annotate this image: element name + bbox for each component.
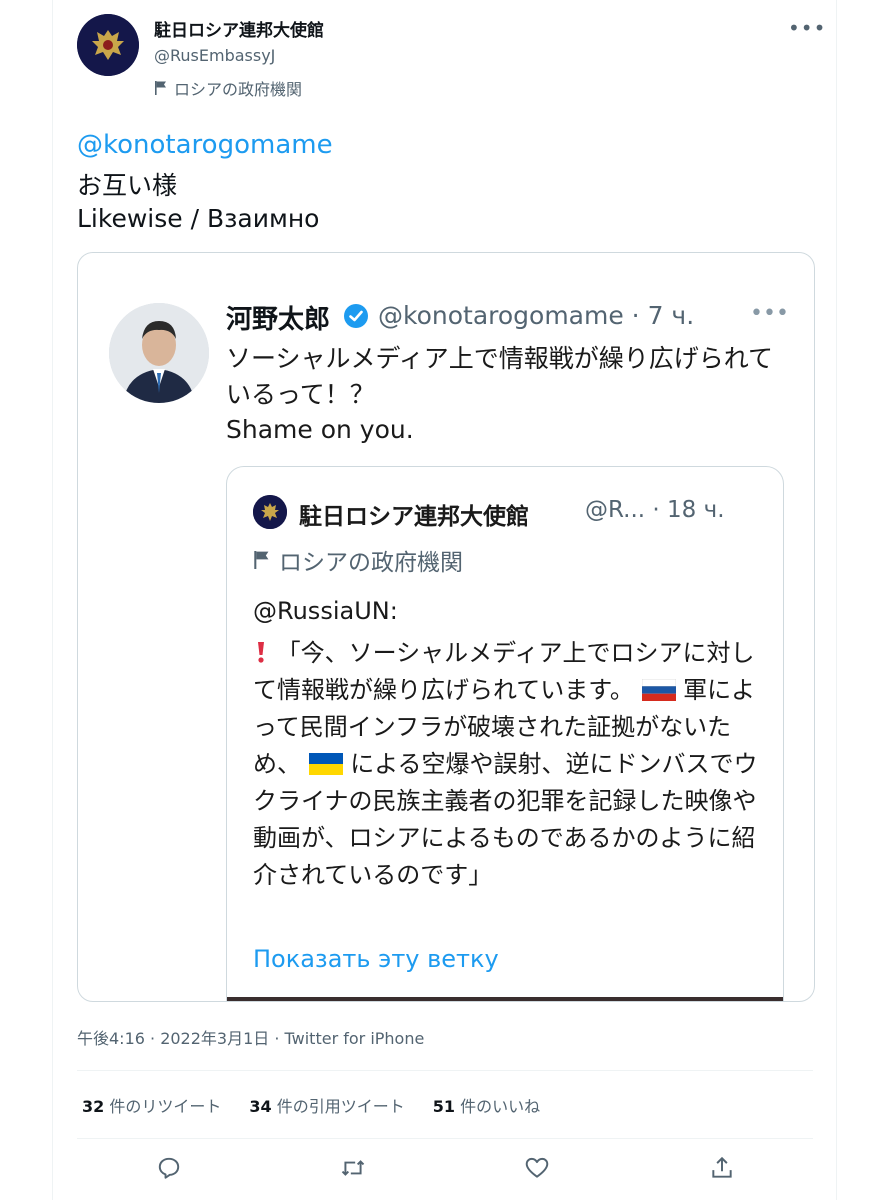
embedded-avatar	[109, 303, 209, 403]
russia-flag-icon	[641, 679, 676, 701]
display-name[interactable]: 駐日ロシア連邦大使館	[154, 16, 324, 41]
retweets-label: 件のリツイート	[109, 1097, 222, 1116]
tweet-text-line: Likewise / Взаимно	[77, 204, 320, 233]
reply-button[interactable]	[153, 1152, 185, 1184]
likes-stat[interactable]: 51 件のいいね	[433, 1093, 540, 1117]
exclamation-icon	[258, 642, 264, 663]
embedded-display-name: 河野太郎	[226, 305, 331, 335]
retweets-count: 32	[82, 1097, 105, 1116]
mention-link[interactable]: @konotarogomame	[77, 130, 333, 160]
show-thread-link: Показать эту ветку	[253, 945, 499, 973]
embedded-handle: @konotarogomame · 7 ч.	[378, 301, 695, 330]
quoted-tweet-text: 「今、ソーシャルメディア上でロシアに対して情報戦が繰り広げられています。 軍によ…	[253, 635, 763, 894]
likes-label: 件のいいね	[460, 1097, 541, 1116]
quotes-label: 件の引用ツイート	[276, 1097, 405, 1116]
embedded-tweet-text: ソーシャルメディア上で情報戦が繰り広げられているって！？	[226, 344, 774, 409]
column-border-right	[836, 0, 837, 1200]
reply-icon	[158, 1157, 180, 1179]
embedded-more-icon: •••	[750, 301, 789, 326]
divider	[77, 1070, 813, 1071]
engagement-stats: 32 件のリツイート 34 件の引用ツイート 51 件のいいね	[82, 1093, 540, 1117]
verified-badge-icon	[344, 304, 368, 328]
divider	[77, 1138, 813, 1139]
quoted-tweet: 駐日ロシア連邦大使館 @R... · 18 ч. ロシアの政府機関 @Russi…	[226, 466, 784, 1001]
double-eagle-emblem-icon	[77, 14, 139, 76]
quoted-handle: @R... · 18 ч.	[585, 497, 725, 523]
person-portrait-icon	[109, 303, 209, 403]
double-eagle-emblem-icon	[253, 495, 287, 529]
flag-icon	[155, 81, 166, 95]
avatar[interactable]	[77, 14, 139, 76]
likes-count: 51	[432, 1097, 456, 1116]
quoted-display-name: 駐日ロシア連邦大使館	[299, 504, 529, 530]
more-options-icon[interactable]: •••	[788, 16, 826, 40]
government-label: ロシアの政府機関	[154, 76, 302, 100]
quoted-avatar	[253, 495, 287, 529]
heart-icon	[525, 1157, 549, 1178]
retweets-stat[interactable]: 32 件のリツイート	[82, 1093, 221, 1117]
embedded-tweet-screenshot: 河野太郎 @konotarogomame · 7 ч. ••• ソーシャルメディ…	[78, 253, 814, 1001]
quoted-mention: @RussiaUN:	[253, 597, 398, 625]
quoted-media-edge	[227, 997, 783, 1001]
user-handle[interactable]: @RusEmbassyJ	[154, 46, 275, 65]
government-label-text: ロシアの政府機関	[174, 80, 303, 99]
tweet-text-line: お互い様	[77, 171, 178, 200]
quoted-government-label-text: ロシアの政府機関	[279, 550, 463, 576]
retweet-button[interactable]	[337, 1152, 369, 1184]
column-border-left	[52, 0, 53, 1200]
share-icon	[712, 1156, 732, 1178]
share-button[interactable]	[706, 1152, 738, 1184]
attached-image[interactable]: 河野太郎 @konotarogomame · 7 ч. ••• ソーシャルメディ…	[77, 252, 815, 1002]
flag-icon	[254, 551, 269, 569]
quotes-stat[interactable]: 34 件の引用ツイート	[249, 1093, 404, 1117]
retweet-icon	[341, 1160, 365, 1176]
like-button[interactable]	[521, 1152, 553, 1184]
tweet-timestamp[interactable]: 午後4:16 · 2022年3月1日 · Twitter for iPhone	[77, 1025, 424, 1049]
quoted-government-label: ロシアの政府機関	[253, 543, 463, 577]
embedded-tweet-text-en: Shame on you.	[226, 415, 414, 444]
quotes-count: 34	[249, 1097, 272, 1116]
quoted-text-segment: 「今、ソーシャルメディア上でロシアに対して情報戦が繰り広げられています。	[253, 639, 755, 704]
ukraine-flag-icon	[308, 753, 343, 775]
